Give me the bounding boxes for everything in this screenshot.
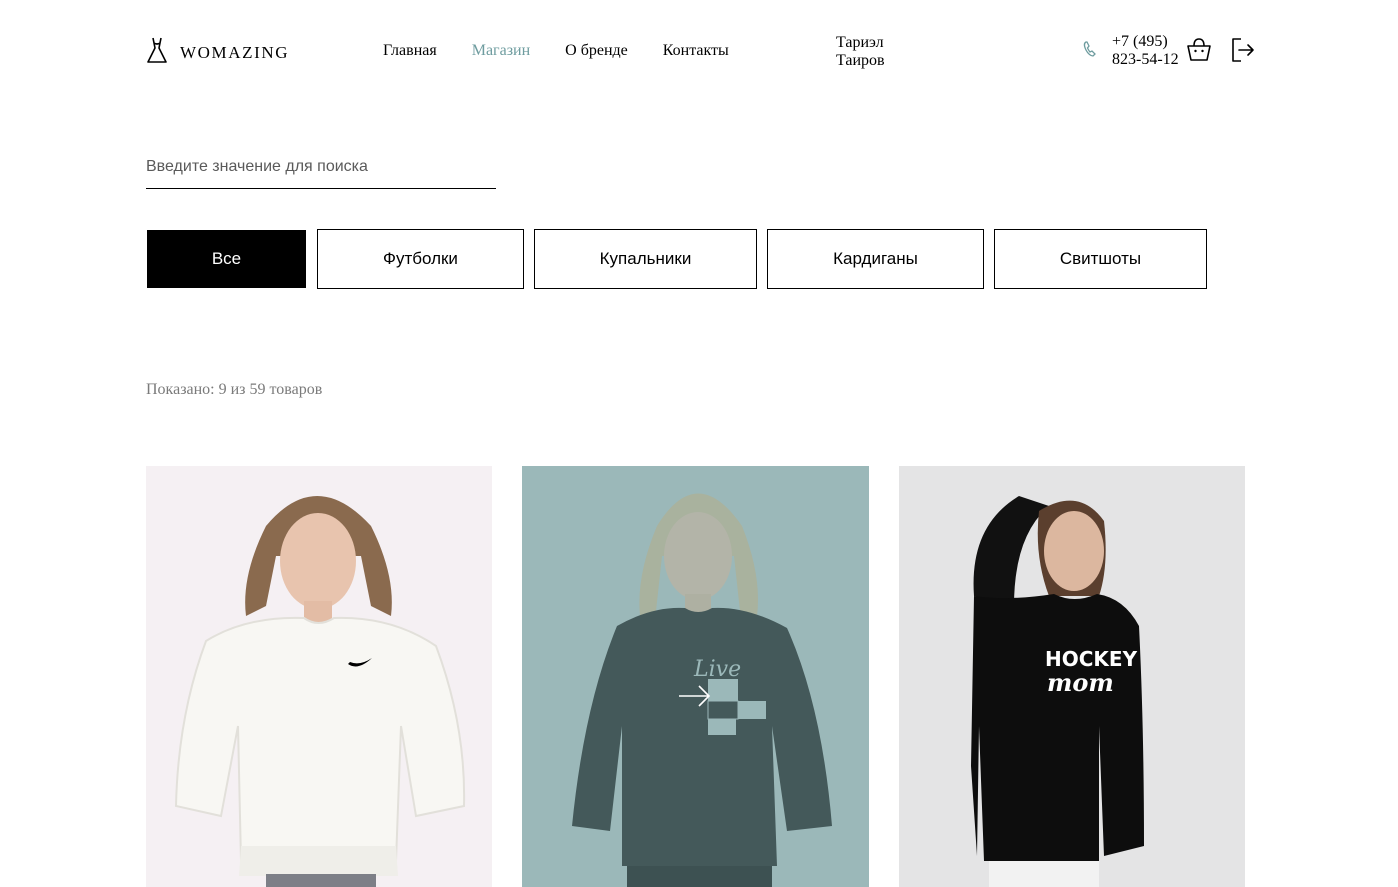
- logo-text: WOMAZING: [180, 42, 290, 62]
- search-input[interactable]: [146, 152, 496, 189]
- phone-line-1: +7 (495): [1112, 33, 1168, 50]
- logout-icon[interactable]: [1230, 36, 1256, 69]
- product-card[interactable]: [146, 466, 492, 887]
- nav-contacts[interactable]: Контакты: [663, 42, 729, 60]
- phone-contact[interactable]: +7 (495) 823-54-12: [1082, 33, 1179, 69]
- filter-sweatshirts[interactable]: Свитшоты: [994, 229, 1207, 289]
- product-card[interactable]: HOCKEY mom: [899, 466, 1245, 887]
- product-image: [146, 466, 492, 887]
- filter-all[interactable]: Все: [147, 230, 306, 288]
- product-image: HOCKEY mom: [899, 466, 1245, 887]
- product-image: Live: [522, 466, 869, 887]
- filter-cardigans[interactable]: Кардиганы: [767, 229, 984, 289]
- site-header: WOMAZING Главная Магазин О бренде Контак…: [0, 0, 1398, 100]
- phone-line-2: 823-54-12: [1112, 51, 1179, 68]
- basket-icon[interactable]: [1186, 36, 1212, 67]
- user-last-name: Таиров: [836, 52, 885, 69]
- product-card-hovered[interactable]: Live: [522, 466, 869, 887]
- nav-shop[interactable]: Магазин: [472, 42, 530, 60]
- logo[interactable]: WOMAZING: [146, 36, 289, 69]
- svg-text:mom: mom: [1047, 668, 1114, 697]
- filter-tshirts[interactable]: Футболки: [317, 229, 524, 289]
- main-nav: Главная Магазин О бренде Контакты: [383, 42, 764, 60]
- nav-home[interactable]: Главная: [383, 42, 437, 60]
- dress-icon: [146, 36, 168, 69]
- nav-about[interactable]: О бренде: [565, 42, 628, 60]
- phone-icon: [1082, 40, 1098, 63]
- svg-text:Live: Live: [693, 657, 741, 682]
- user-name[interactable]: Тариэл Таиров: [836, 34, 916, 70]
- products-count: Показано: 9 из 59 товаров: [146, 381, 323, 398]
- user-first-name: Тариэл: [836, 34, 884, 51]
- filter-swimsuits[interactable]: Купальники: [534, 229, 757, 289]
